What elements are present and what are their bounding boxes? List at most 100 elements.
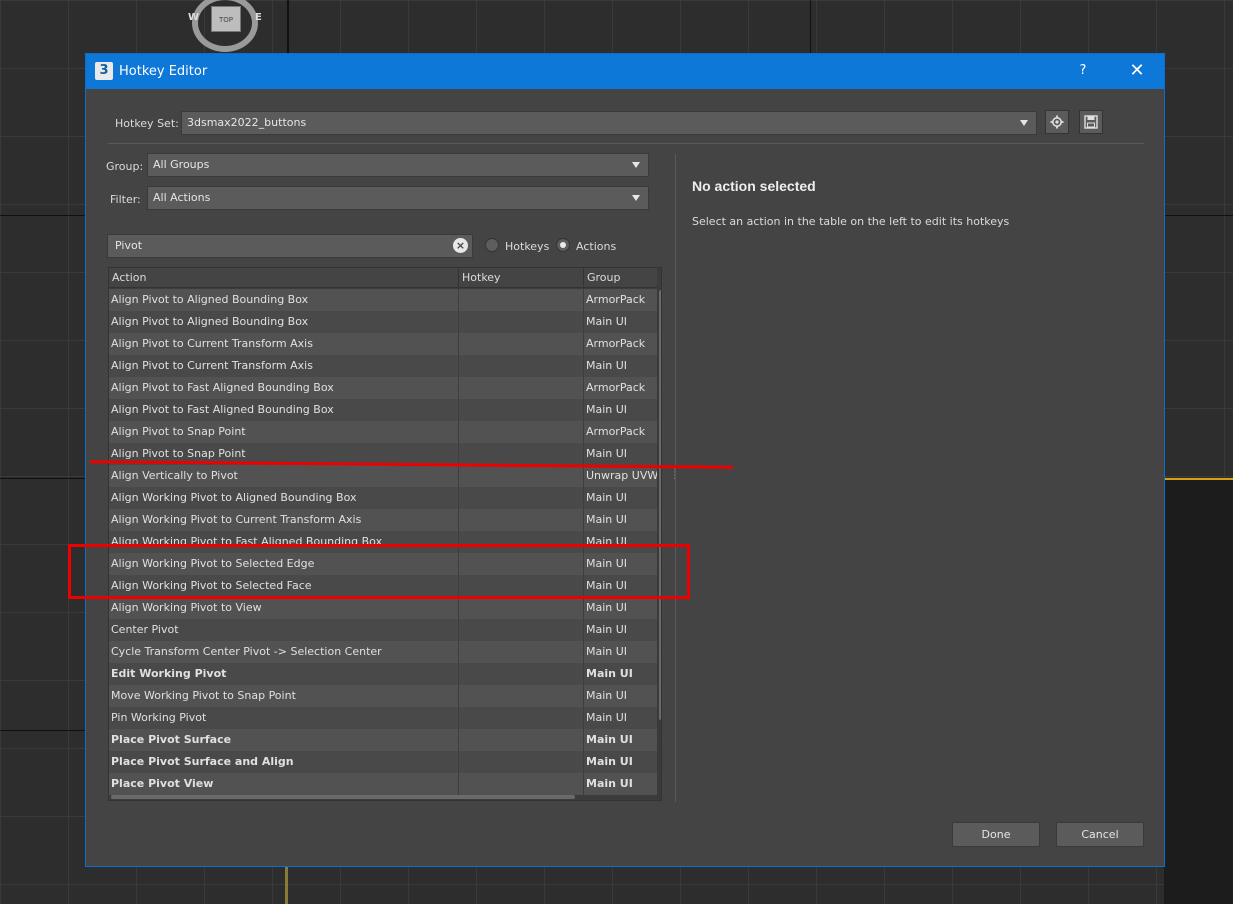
action-cell: Move Working Pivot to Snap Point [109, 685, 459, 707]
vertical-scrollbar-thumb[interactable] [659, 290, 661, 720]
table-row[interactable]: Place Pivot Surface and Align Main UI [109, 751, 657, 773]
actions-radio[interactable] [556, 238, 570, 252]
horizontal-scrollbar-thumb[interactable] [111, 795, 575, 799]
table-row[interactable]: Edit Working Pivot Main UI [109, 663, 657, 685]
action-cell: Edit Working Pivot [109, 663, 459, 685]
group-label: Group: [106, 160, 144, 173]
hotkey-cell [459, 333, 584, 355]
viewport-divider [287, 0, 289, 53]
table-row[interactable]: Align Working Pivot to View Main UI [109, 597, 657, 619]
action-cell: Align Working Pivot to View [109, 597, 459, 619]
hotkey-cell [459, 443, 584, 465]
hotkey-cell [459, 773, 584, 795]
table-row[interactable]: Align Working Pivot to Current Transform… [109, 509, 657, 531]
action-cell: Align Working Pivot to Current Transform… [109, 509, 459, 531]
settings-button[interactable] [1045, 110, 1069, 134]
column-header-group[interactable]: Group [584, 268, 657, 288]
table-row[interactable]: Align Pivot to Current Transform Axis Arm… [109, 333, 657, 355]
clear-search-icon[interactable]: × [453, 238, 468, 253]
table-body: Align Pivot to Aligned Bounding Box Armor… [109, 289, 657, 795]
viewcube-west-label: W [188, 12, 200, 23]
hotkey-cell [459, 509, 584, 531]
table-row[interactable]: Pin Working Pivot Main UI [109, 707, 657, 729]
table-row[interactable]: Place Pivot View Main UI [109, 773, 657, 795]
group-cell: Main UI [586, 645, 628, 658]
hotkey-cell [459, 465, 584, 487]
viewport-grid-line [1165, 215, 1233, 216]
hotkeys-radio[interactable] [485, 238, 499, 252]
hotkeys-radio-label[interactable]: Hotkeys [505, 240, 549, 253]
action-cell: Align Working Pivot to Aligned Bounding … [109, 487, 459, 509]
group-cell: ArmorPack [586, 293, 646, 306]
gear-icon [1050, 115, 1064, 129]
group-dropdown[interactable]: All Groups [147, 153, 649, 177]
table-row[interactable]: Place Pivot Surface Main UI [109, 729, 657, 751]
action-cell: Place Pivot View [109, 773, 459, 795]
hotkey-cell [459, 729, 584, 751]
table-row[interactable]: Align Pivot to Snap Point ArmorPack [109, 421, 657, 443]
help-button[interactable]: ? [1076, 63, 1090, 78]
group-cell: Main UI [586, 667, 633, 680]
viewcube-east-label: E [255, 12, 262, 23]
action-cell: Align Pivot to Fast Aligned Bounding Box [109, 399, 459, 421]
hotkey-cell [459, 399, 584, 421]
hotkey-cell [459, 289, 584, 311]
actions-radio-label[interactable]: Actions [576, 240, 616, 253]
detail-heading: No action selected [692, 178, 816, 194]
group-cell: Main UI [586, 777, 633, 790]
active-viewport-border [285, 866, 288, 904]
save-button[interactable] [1079, 110, 1103, 134]
hotkey-cell [459, 377, 584, 399]
filter-dropdown[interactable]: All Actions [147, 186, 649, 210]
table-row[interactable]: Center Pivot Main UI [109, 619, 657, 641]
viewcube[interactable]: TOP [211, 6, 241, 32]
hotkey-cell [459, 311, 584, 333]
table-row[interactable]: Align Pivot to Aligned Bounding Box Main … [109, 311, 657, 333]
chevron-down-icon [632, 195, 640, 201]
column-header-action[interactable]: Action [109, 268, 459, 288]
title-bar[interactable]: 3 Hotkey Editor ? ✕ [86, 54, 1164, 89]
detail-hint: Select an action in the table on the lef… [692, 215, 1010, 228]
group-cell: Main UI [586, 689, 628, 702]
table-row[interactable]: Cycle Transform Center Pivot -> Selectio… [109, 641, 657, 663]
table-row[interactable]: Align Pivot to Aligned Bounding Box Armor… [109, 289, 657, 311]
hotkey-cell [459, 751, 584, 773]
action-cell: Place Pivot Surface [109, 729, 459, 751]
hotkey-editor-dialog: 3 Hotkey Editor ? ✕ Hotkey Set: 3dsmax20… [85, 53, 1165, 867]
group-cell: ArmorPack [586, 337, 646, 350]
column-header-hotkey[interactable]: Hotkey [459, 268, 584, 288]
dialog-title: Hotkey Editor [119, 64, 208, 79]
search-input[interactable]: Pivot [107, 234, 473, 258]
action-cell: Align Pivot to Current Transform Axis [109, 333, 459, 355]
table-row[interactable]: Align Pivot to Fast Aligned Bounding Box… [109, 377, 657, 399]
chevron-down-icon [1020, 120, 1028, 126]
table-header: Action Hotkey Group [109, 268, 657, 288]
cancel-button[interactable]: Cancel [1056, 822, 1144, 847]
action-cell: Align Vertically to Pivot [109, 465, 459, 487]
close-button[interactable]: ✕ [1128, 60, 1146, 81]
hotkey-cell [459, 619, 584, 641]
hotkey-cell [459, 685, 584, 707]
hotkey-set-dropdown[interactable]: 3dsmax2022_buttons [181, 111, 1037, 135]
group-cell: Main UI [586, 733, 633, 746]
actions-table[interactable]: Action Hotkey Group Align Pivot to Align… [108, 267, 662, 801]
app-icon: 3 [95, 62, 113, 80]
done-button[interactable]: Done [952, 822, 1040, 847]
group-cell: Unwrap UVW [586, 469, 657, 482]
table-row[interactable]: Align Vertically to Pivot Unwrap UVW [109, 465, 657, 487]
table-row[interactable]: Move Working Pivot to Snap Point Main UI [109, 685, 657, 707]
action-cell: Align Pivot to Aligned Bounding Box [109, 311, 459, 333]
table-row[interactable]: Align Pivot to Current Transform Axis Mai… [109, 355, 657, 377]
action-cell: Align Pivot to Fast Aligned Bounding Box [109, 377, 459, 399]
viewport-grid-line [0, 730, 85, 731]
group-cell: Main UI [586, 491, 628, 504]
splitter-grip-icon[interactable]: · · · · [673, 466, 676, 484]
group-cell: Main UI [586, 711, 628, 724]
annotation-highlight-box [68, 544, 690, 599]
table-row[interactable]: Align Pivot to Fast Aligned Bounding Box… [109, 399, 657, 421]
table-row[interactable]: Align Working Pivot to Aligned Bounding … [109, 487, 657, 509]
action-cell: Align Pivot to Aligned Bounding Box [109, 289, 459, 311]
hotkey-set-value: 3dsmax2022_buttons [187, 116, 307, 129]
search-value: Pivot [115, 239, 143, 252]
hotkey-cell [459, 597, 584, 619]
